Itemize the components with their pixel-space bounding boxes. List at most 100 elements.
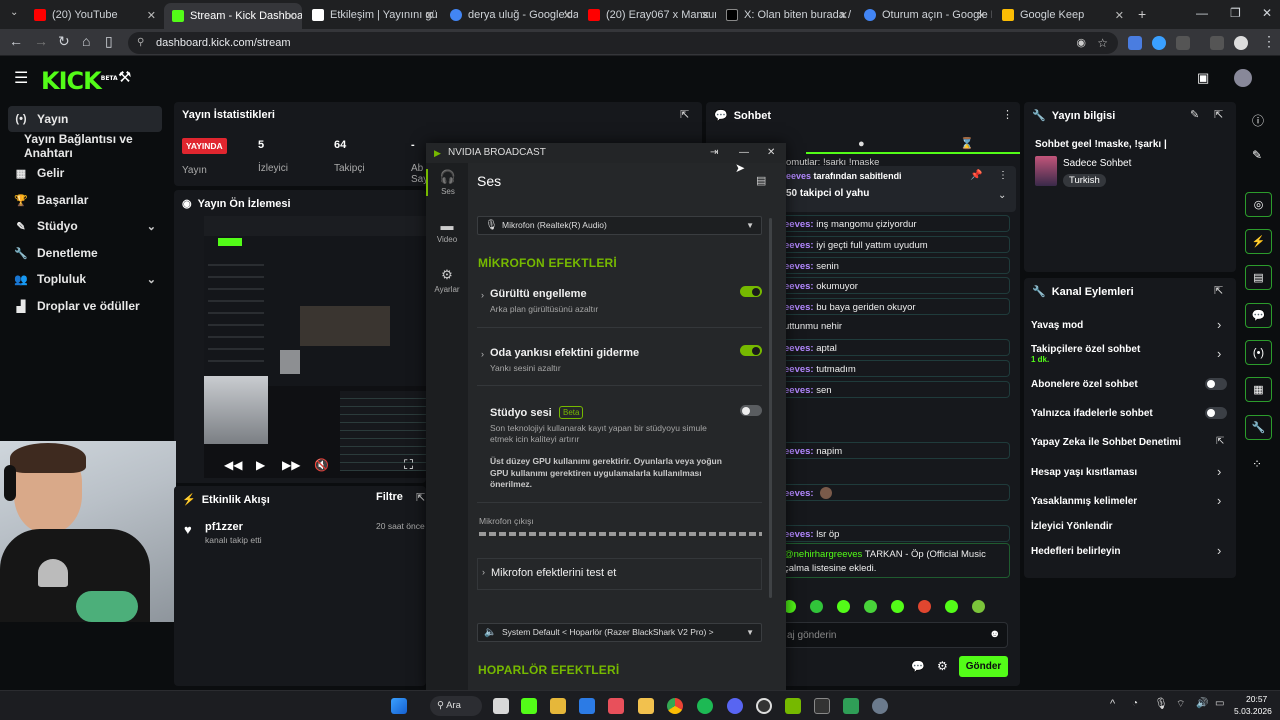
- chat-username[interactable]: eeves:: [784, 446, 814, 457]
- chat-username[interactable]: eeves:: [784, 488, 814, 499]
- edit-icon[interactable]: ✎: [1190, 108, 1199, 121]
- kick-logo[interactable]: KICKBETA: [41, 67, 118, 95]
- activity-user[interactable]: pf1zzer: [205, 521, 243, 533]
- ai-moderation-row[interactable]: Yapay Zeka ile Sohbet Denetimi: [1031, 437, 1181, 448]
- account-age-row[interactable]: Hesap yaşı kısıtlaması: [1031, 467, 1137, 478]
- popout-icon[interactable]: ⇱: [680, 108, 689, 121]
- mute-icon[interactable]: 🔇: [314, 458, 329, 472]
- tasks-button[interactable]: ▤: [1245, 265, 1272, 290]
- settings-icon[interactable]: [872, 698, 888, 714]
- minimize-icon[interactable]: —: [739, 143, 749, 163]
- mic-device-select[interactable]: 🎙 Mikrofon (Realtek(R) Audio) ▼: [477, 216, 762, 235]
- spotify-icon[interactable]: [697, 698, 713, 714]
- clock-date[interactable]: 5.03.2026: [1234, 706, 1272, 716]
- tab-x[interactable]: X: Olan biten burada / X ✕: [718, 4, 854, 26]
- nvidia-scrollbar[interactable]: [769, 218, 772, 598]
- followers-only-row[interactable]: Takipçilere özel sohbet: [1031, 344, 1140, 355]
- discord-icon[interactable]: [727, 698, 743, 714]
- tray-network-icon[interactable]: ◔: [1132, 698, 1138, 709]
- vpn-ext-icon[interactable]: [1152, 36, 1166, 50]
- test-mic-effects-row[interactable]: › Mikrofon efektlerini test et: [477, 558, 762, 590]
- nvidia-app-icon[interactable]: [785, 698, 801, 714]
- extensions-icon[interactable]: [1176, 36, 1190, 50]
- split-view-icon[interactable]: ▯: [105, 33, 113, 50]
- tab-etkilesim[interactable]: Etkileşim | Yayınını gü ✕: [304, 4, 440, 26]
- subs-only-toggle[interactable]: [1205, 378, 1227, 390]
- sidebar-item-topluluk[interactable]: 👥 Topluluk ⌄: [8, 266, 162, 292]
- tab-google-search[interactable]: derya uluğ - Google'da A ✕: [442, 4, 578, 26]
- chat-settings-bubble-icon[interactable]: 💬: [911, 660, 925, 673]
- maximize-icon[interactable]: ❐: [1230, 6, 1241, 20]
- more-vert-icon[interactable]: ⋮: [1002, 108, 1013, 121]
- hourglass-icon[interactable]: ⌛: [960, 137, 974, 150]
- tray-mic-icon[interactable]: 🎙: [1154, 697, 1168, 710]
- reading-list-icon[interactable]: [1210, 36, 1224, 50]
- room-echo-toggle[interactable]: [740, 345, 762, 356]
- chevron-right-icon[interactable]: ›: [1217, 493, 1221, 508]
- hamburger-menu-icon[interactable]: ☰: [14, 68, 28, 88]
- close-icon[interactable]: ✕: [425, 9, 434, 22]
- bookmark-star-icon[interactable]: ☆: [1097, 32, 1108, 54]
- external-link-icon[interactable]: ⇱: [1216, 436, 1224, 447]
- banned-words-row[interactable]: Yasaklanmış kelimeler: [1031, 496, 1137, 507]
- host-row[interactable]: İzleyici Yönlendir: [1031, 521, 1113, 532]
- chat-message[interactable]: uttunmu nehir: [780, 318, 1010, 335]
- emote-icon[interactable]: [837, 600, 850, 613]
- store-icon[interactable]: [550, 698, 566, 714]
- tab-kick-dashboard[interactable]: Stream - Kick Dashboard ✕: [164, 3, 302, 29]
- nvidia-tab-settings[interactable]: ⚙ Ayarlar: [426, 267, 468, 294]
- site-info-icon[interactable]: ⚲: [137, 32, 144, 54]
- chrome-icon[interactable]: [667, 698, 683, 714]
- obs-icon[interactable]: [756, 698, 772, 714]
- close-window-icon[interactable]: ✕: [1262, 6, 1272, 20]
- tray-battery-icon[interactable]: ▭: [1215, 698, 1224, 709]
- tab-google-keep[interactable]: Google Keep ✕: [994, 4, 1130, 26]
- chevron-down-icon[interactable]: ⌄: [147, 273, 156, 286]
- start-icon[interactable]: [391, 698, 407, 714]
- forward-icon[interactable]: →: [34, 33, 48, 49]
- sidebar-item-stream-key[interactable]: Yayın Bağlantısı ve Anahtarı: [18, 132, 178, 160]
- crop-icon[interactable]: ⛶: [404, 457, 413, 473]
- app-green-icon[interactable]: [843, 698, 859, 714]
- eye-off-icon[interactable]: ◉: [1076, 32, 1086, 54]
- dots-icon[interactable]: ⁘: [1252, 457, 1262, 471]
- minimize-icon[interactable]: —: [1196, 6, 1208, 20]
- chat-message[interactable]: eeves: iyi geçti full yattım uyudum: [780, 236, 1010, 253]
- chat-username[interactable]: eeves:: [784, 385, 814, 396]
- close-icon[interactable]: ✕: [701, 9, 710, 22]
- emote-icon[interactable]: [891, 600, 904, 613]
- chat-username[interactable]: eeves:: [784, 529, 814, 540]
- emote-icon[interactable]: [972, 600, 985, 613]
- chat-input[interactable]: aj gönderin ☻: [780, 622, 1008, 648]
- chat-message[interactable]: eeves: sen: [780, 381, 1010, 398]
- close-icon[interactable]: ✕: [147, 9, 156, 22]
- noise-removal-toggle[interactable]: [740, 286, 762, 297]
- close-icon[interactable]: ✕: [977, 9, 986, 22]
- chat-username[interactable]: eeves:: [784, 364, 814, 375]
- chevron-right-icon[interactable]: ›: [1217, 543, 1221, 558]
- bolt-button[interactable]: ⚡: [1245, 229, 1272, 254]
- emote-icon[interactable]: [918, 600, 931, 613]
- tray-volume-icon[interactable]: 🔊: [1196, 698, 1208, 709]
- emote-only-toggle[interactable]: [1205, 407, 1227, 419]
- sidebar-item-droplar[interactable]: ▟ Droplar ve ödüller: [8, 293, 162, 319]
- menu-dots-icon[interactable]: ⋮: [1262, 33, 1276, 50]
- task-view-icon[interactable]: [493, 698, 509, 714]
- pin-icon[interactable]: 📌: [970, 170, 982, 181]
- fast-forward-icon[interactable]: ▶▶: [282, 458, 300, 472]
- emote-icon[interactable]: [810, 600, 823, 613]
- chat-message[interactable]: eeves: okumuyor: [780, 277, 1010, 294]
- pencil-icon[interactable]: ✎: [1252, 148, 1262, 162]
- chevron-down-icon[interactable]: ⌄: [147, 220, 156, 233]
- emote-icon[interactable]: [864, 600, 877, 613]
- sidebar-item-denetleme[interactable]: 🔧 Denetleme: [8, 240, 162, 266]
- new-tab-icon[interactable]: +: [1138, 6, 1146, 22]
- sidebar-item-gelir[interactable]: ▦ Gelir: [8, 160, 162, 186]
- chat-message[interactable]: eeves: aptal: [780, 339, 1010, 356]
- user-avatar[interactable]: [1234, 69, 1252, 87]
- record-button[interactable]: ◎: [1245, 192, 1272, 217]
- popout-icon[interactable]: ⇱: [416, 491, 425, 504]
- chevron-down-icon[interactable]: ⌄: [998, 190, 1006, 201]
- chevron-right-icon[interactable]: ›: [1217, 346, 1221, 361]
- gear-icon[interactable]: ⚙: [937, 659, 948, 673]
